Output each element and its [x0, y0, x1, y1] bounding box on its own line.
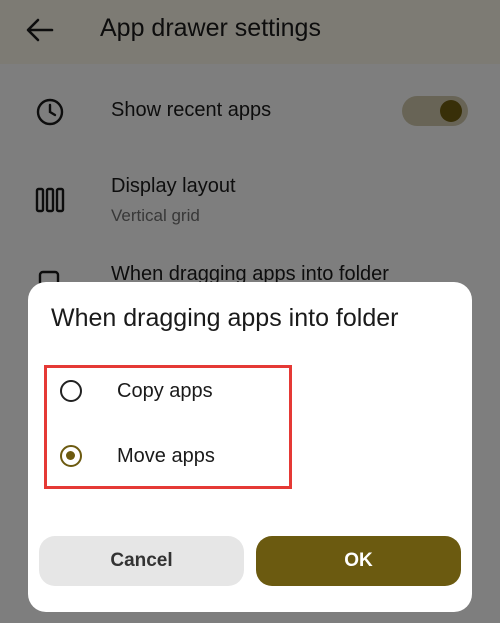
- option-move-apps[interactable]: Move apps: [50, 430, 450, 486]
- dialog-title: When dragging apps into folder: [51, 304, 399, 332]
- drag-into-folder-dialog: When dragging apps into folder Copy apps…: [28, 282, 472, 612]
- option-copy-apps[interactable]: Copy apps: [50, 365, 450, 421]
- radio-dot: [66, 451, 75, 460]
- cancel-button[interactable]: Cancel: [39, 536, 244, 586]
- radio-unselected-icon[interactable]: [60, 380, 82, 402]
- ok-button[interactable]: OK: [256, 536, 461, 586]
- option-label: Copy apps: [117, 380, 213, 402]
- option-label: Move apps: [117, 445, 215, 467]
- radio-selected-icon[interactable]: [60, 445, 82, 467]
